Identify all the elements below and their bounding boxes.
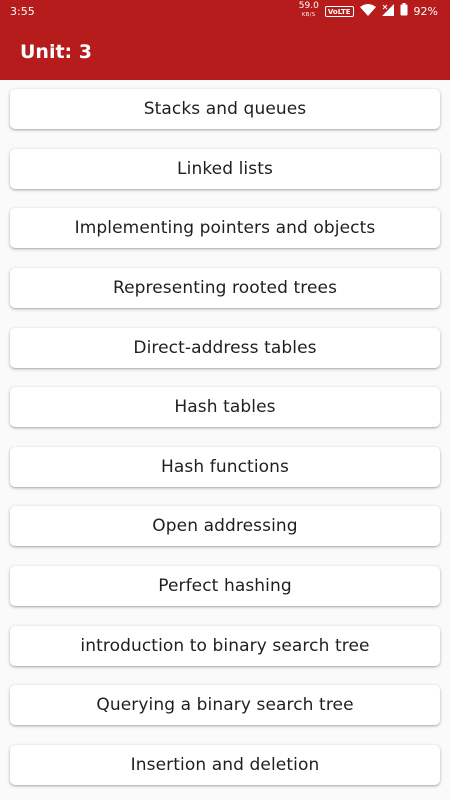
topic-item[interactable]: Insertion and deletion — [10, 745, 440, 785]
wifi-icon — [359, 3, 376, 19]
topic-item[interactable]: Implementing pointers and objects — [10, 208, 440, 248]
topic-item[interactable]: Linked lists — [10, 149, 440, 189]
app-bar: 3:55 59.0 KB/S VoLTE 92% Unit: 3 — [0, 0, 450, 80]
topic-item[interactable]: Perfect hashing — [10, 566, 440, 606]
topic-item[interactable]: Open addressing — [10, 506, 440, 546]
topic-item[interactable]: Stacks and queues — [10, 89, 440, 129]
network-speed-unit: KB/S — [302, 12, 316, 18]
signal-icon — [381, 3, 394, 19]
battery-percent: 92% — [413, 4, 438, 18]
network-speed-value: 59.0 — [298, 1, 319, 11]
topic-item[interactable]: Querying a binary search tree — [10, 685, 440, 725]
topic-item[interactable]: Hash tables — [10, 387, 440, 427]
topic-item[interactable]: Hash functions — [10, 447, 440, 487]
network-speed: 59.0 KB/S — [299, 2, 319, 20]
volte-badge: VoLTE — [324, 5, 354, 17]
topic-item[interactable]: Direct-address tables — [10, 328, 440, 368]
battery-icon — [400, 3, 408, 19]
topic-item[interactable]: introduction to binary search tree — [10, 626, 440, 666]
status-bar: 3:55 59.0 KB/S VoLTE 92% — [0, 0, 450, 24]
topic-item[interactable]: Representing rooted trees — [10, 268, 440, 308]
status-time: 3:55 — [10, 5, 35, 18]
page-title: Unit: 3 — [20, 41, 92, 63]
status-icons: 59.0 KB/S VoLTE 92% — [299, 2, 438, 20]
